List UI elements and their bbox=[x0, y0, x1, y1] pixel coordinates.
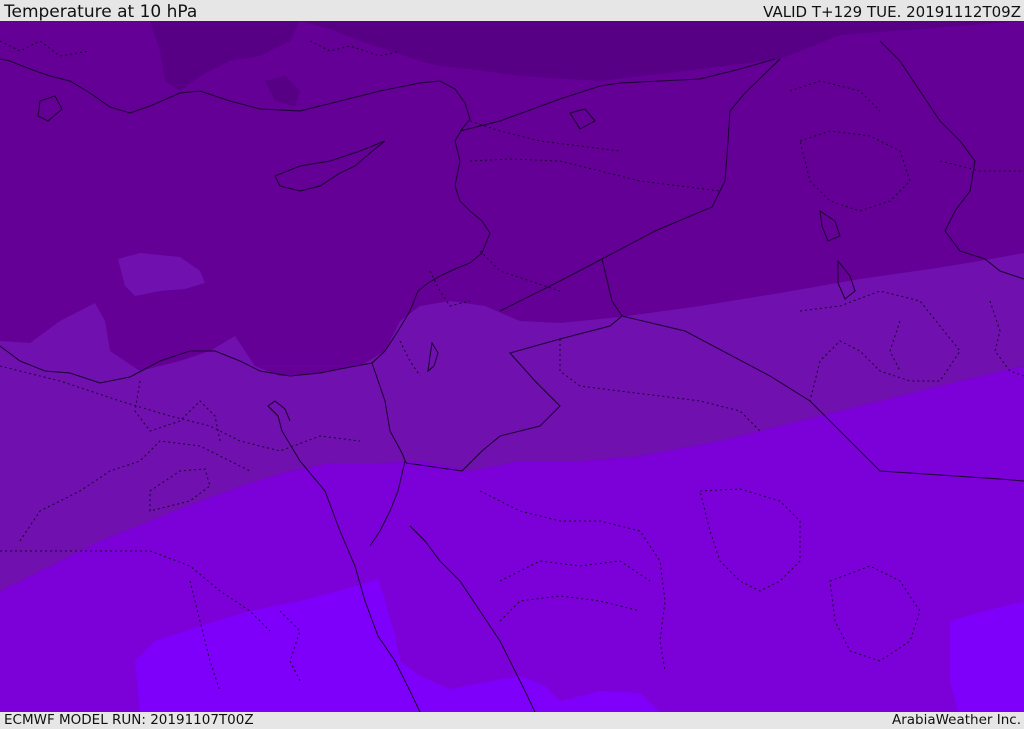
valid-time-label: VALID T+129 TUE. 20191112T09Z bbox=[763, 3, 1021, 21]
footer-bar: ECMWF MODEL RUN: 20191107T00Z ArabiaWeat… bbox=[0, 712, 1024, 729]
map-area[interactable] bbox=[0, 21, 1024, 712]
temperature-map[interactable] bbox=[0, 21, 1024, 712]
model-run-label: ECMWF MODEL RUN: 20191107T00Z bbox=[4, 712, 254, 728]
map-title: Temperature at 10 hPa bbox=[4, 2, 198, 22]
header-bar: Temperature at 10 hPa VALID T+129 TUE. 2… bbox=[0, 0, 1024, 22]
credit-label: ArabiaWeather Inc. bbox=[891, 712, 1021, 728]
